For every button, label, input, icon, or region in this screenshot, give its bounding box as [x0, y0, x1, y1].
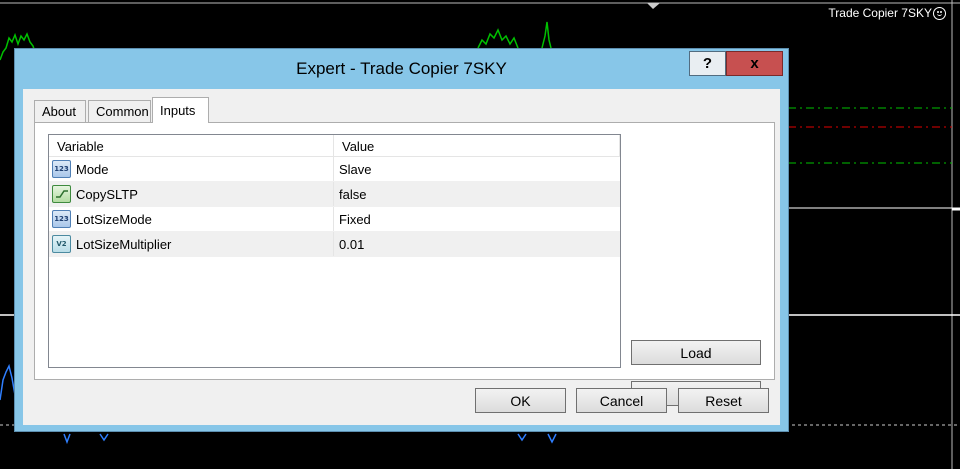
- expert-properties-dialog: Expert - Trade Copier 7SKY ? x About Com…: [14, 48, 789, 432]
- reset-button[interactable]: Reset: [678, 388, 769, 413]
- dialog-titlebar[interactable]: Expert - Trade Copier 7SKY ? x: [15, 49, 788, 89]
- smiley-mouth: [937, 13, 942, 16]
- column-header-value[interactable]: Value: [334, 135, 620, 157]
- variable-cell: V2 LotSizeMultiplier: [49, 232, 334, 256]
- inputs-tab-panel: Variable Value 123 Mode Slave CopySLTP f…: [34, 122, 775, 406]
- value-cell[interactable]: Fixed: [334, 207, 620, 231]
- tab-common[interactable]: Common: [88, 100, 151, 122]
- tab-about[interactable]: About: [34, 100, 86, 122]
- dialog-client-area: About Common Inputs Variable Value 123 M…: [23, 89, 780, 425]
- cancel-button[interactable]: Cancel: [576, 388, 667, 413]
- tab-inputs[interactable]: Inputs: [152, 97, 209, 123]
- dialog-title: Expert - Trade Copier 7SKY: [296, 59, 507, 78]
- value-cell[interactable]: Slave: [334, 157, 620, 181]
- integer-type-icon: 123: [52, 210, 71, 228]
- table-row[interactable]: 123 Mode Slave: [49, 157, 620, 182]
- load-button[interactable]: Load: [631, 340, 761, 365]
- table-row[interactable]: 123 LotSizeMode Fixed: [49, 207, 620, 232]
- table-row[interactable]: V2 LotSizeMultiplier 0.01: [49, 232, 620, 257]
- variable-name: LotSizeMode: [76, 211, 152, 227]
- value-cell[interactable]: false: [334, 182, 620, 206]
- variable-cell: 123 LotSizeMode: [49, 207, 334, 231]
- close-button[interactable]: x: [726, 51, 783, 76]
- variable-name: CopySLTP: [76, 186, 138, 202]
- bool-type-icon: [52, 185, 71, 203]
- double-type-icon: V2: [52, 235, 71, 253]
- help-button[interactable]: ?: [689, 51, 726, 76]
- smiley-icon: [933, 7, 946, 20]
- variable-cell: 123 Mode: [49, 157, 334, 181]
- input-parameters-table: Variable Value 123 Mode Slave CopySLTP f…: [48, 134, 621, 368]
- ok-button[interactable]: OK: [475, 388, 566, 413]
- column-header-variable[interactable]: Variable: [49, 135, 334, 157]
- table-header: Variable Value: [49, 135, 620, 157]
- value-cell[interactable]: 0.01: [334, 232, 620, 256]
- variable-cell: CopySLTP: [49, 182, 334, 206]
- indicator-name-label: Trade Copier 7SKY: [828, 6, 932, 20]
- variable-name: Mode: [76, 161, 109, 177]
- variable-name: LotSizeMultiplier: [76, 236, 172, 252]
- table-row[interactable]: CopySLTP false: [49, 182, 620, 207]
- integer-type-icon: 123: [52, 160, 71, 178]
